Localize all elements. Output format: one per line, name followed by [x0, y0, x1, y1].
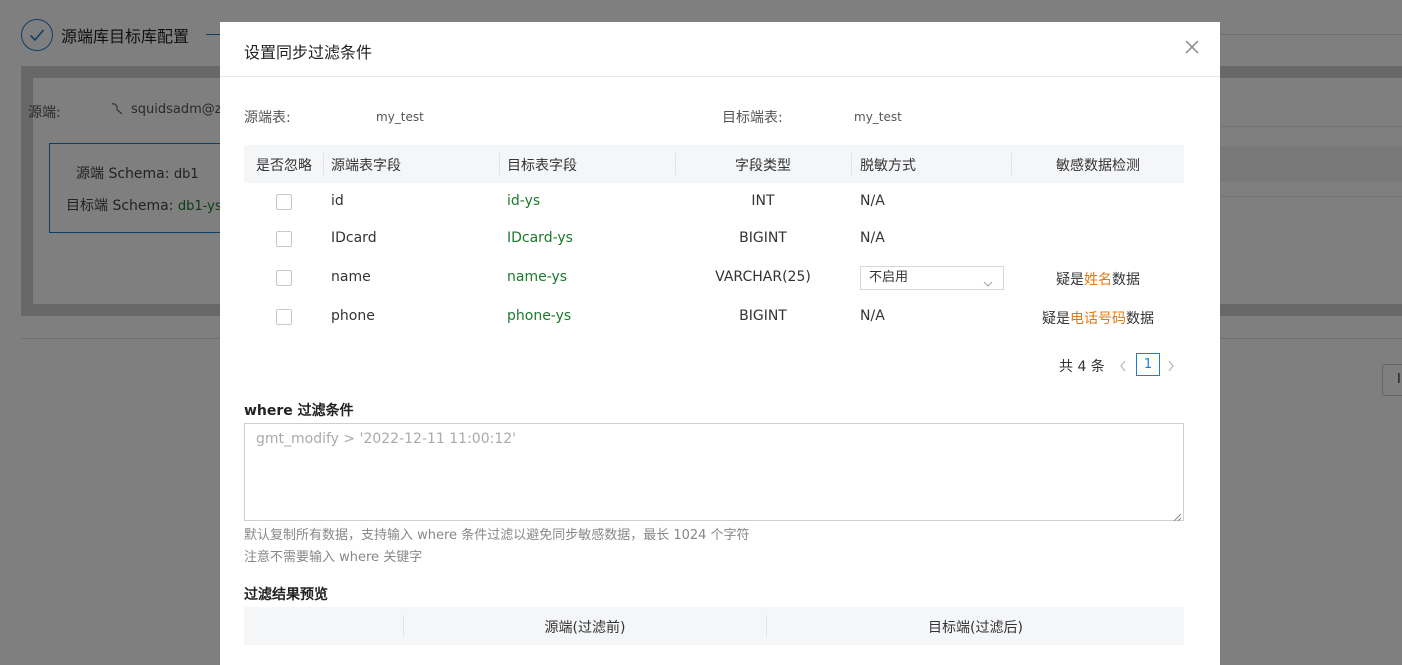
chevron-left-icon[interactable]: [1119, 360, 1127, 376]
field-type: BIGINT: [739, 308, 787, 324]
field-type: VARCHAR(25): [715, 269, 811, 285]
col-mask: 脱敏方式: [860, 158, 916, 174]
preview-col-source: 源端(过滤前): [544, 620, 626, 636]
mask-method-select[interactable]: 不启用: [860, 266, 1004, 290]
target-table-label: 目标端表:: [722, 110, 783, 126]
field-mapping-table: 是否忽略 源端表字段 目标表字段 字段类型 脱敏方式 敏感数据检测 id id-…: [244, 145, 1184, 339]
src-field: IDcard: [331, 230, 377, 246]
table-row: id id-ys INT N/A: [244, 183, 1184, 222]
col-ignore: 是否忽略: [256, 158, 312, 174]
where-note: 注意不需要输入 where 关键字: [244, 550, 423, 565]
where-condition-input[interactable]: [244, 423, 1184, 521]
tgt-field: phone-ys: [507, 308, 572, 324]
src-field: id: [331, 193, 344, 209]
chevron-right-icon[interactable]: [1167, 360, 1175, 376]
mask-method: N/A: [860, 230, 885, 246]
preview-title: 过滤结果预览: [244, 587, 328, 603]
source-table-value: my_test: [376, 110, 424, 124]
pagination: 共 4 条 1: [220, 352, 1220, 382]
where-hint: 默认复制所有数据，支持输入 where 条件过滤以避免同步敏感数据，最长 102…: [244, 528, 750, 543]
mask-method: N/A: [860, 193, 885, 209]
table-row: phone phone-ys BIGINT N/A 疑是电话号码数据: [244, 300, 1184, 339]
tgt-field: id-ys: [507, 193, 541, 209]
close-icon[interactable]: [1182, 37, 1202, 57]
mask-method: N/A: [860, 308, 885, 324]
ignore-checkbox[interactable]: [276, 309, 292, 325]
dialog-title: 设置同步过滤条件: [244, 43, 373, 62]
preview-col-target: 目标端(过滤后): [928, 620, 1023, 636]
source-table-label: 源端表:: [244, 110, 291, 126]
preview-table-header: 源端(过滤前) 目标端(过滤后): [244, 607, 1184, 645]
filter-dialog: 设置同步过滤条件 源端表: my_test 目标端表: my_test 是否忽略…: [220, 22, 1220, 665]
target-table-value: my_test: [854, 110, 902, 124]
where-title: where 过滤条件: [244, 403, 354, 419]
sensitive-type: 姓名: [1084, 272, 1112, 288]
tgt-field: IDcard-ys: [507, 230, 573, 246]
resize-handle-icon[interactable]: [1173, 510, 1182, 526]
table-row: IDcard IDcard-ys BIGINT N/A: [244, 222, 1184, 261]
ignore-checkbox[interactable]: [276, 194, 292, 210]
tgt-field: name-ys: [507, 269, 568, 285]
sensitive-type: 电话号码: [1070, 311, 1126, 327]
ignore-checkbox[interactable]: [276, 231, 292, 247]
col-sensitive: 敏感数据检测: [1056, 158, 1140, 174]
ignore-checkbox[interactable]: [276, 270, 292, 286]
mask-select-value: 不启用: [869, 270, 909, 285]
sensitive-detection: 疑是姓名数据: [1056, 272, 1140, 288]
table-header: 是否忽略 源端表字段 目标表字段 字段类型 脱敏方式 敏感数据检测: [244, 145, 1184, 183]
field-type: INT: [751, 193, 775, 209]
chevron-down-icon: [983, 274, 993, 296]
dialog-header: 设置同步过滤条件: [220, 22, 1220, 77]
sensitive-detection: 疑是电话号码数据: [1042, 311, 1154, 327]
pagination-total: 共 4 条: [1059, 359, 1105, 375]
field-type: BIGINT: [739, 230, 787, 246]
src-field: name: [331, 269, 371, 285]
table-row: name name-ys VARCHAR(25) 不启用 疑是姓名数据: [244, 261, 1184, 300]
col-tgt-field: 目标表字段: [507, 158, 577, 174]
page-1-button[interactable]: 1: [1136, 353, 1160, 376]
col-src-field: 源端表字段: [331, 158, 401, 174]
col-type: 字段类型: [735, 158, 791, 174]
src-field: phone: [331, 308, 375, 324]
